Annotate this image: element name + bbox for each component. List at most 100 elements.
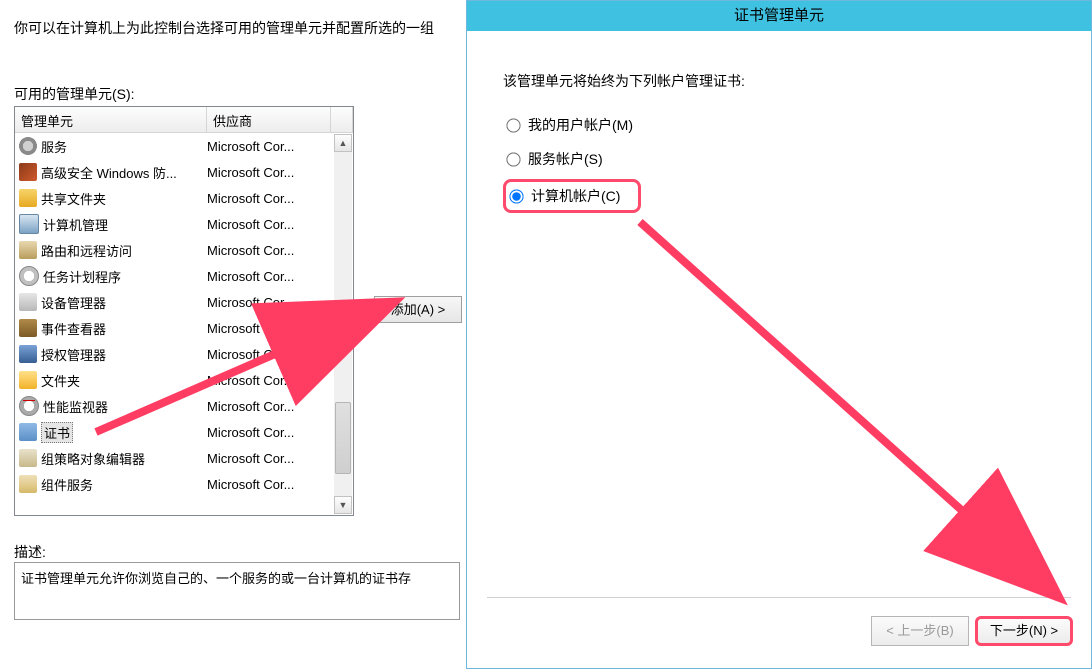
list-item-vendor: Microsoft Cor... xyxy=(207,373,331,388)
snapin-icon xyxy=(19,293,37,311)
column-name[interactable]: 管理单元 xyxy=(15,107,207,133)
snapin-icon xyxy=(19,345,37,363)
list-item[interactable]: 性能监视器 Microsoft Cor... xyxy=(15,393,353,419)
radio-service-input[interactable] xyxy=(506,152,520,166)
account-radio-group: 我的用户帐户(M) 服务帐户(S) 计算机帐户(C) xyxy=(503,111,641,213)
list-item[interactable]: 共享文件夹 Microsoft Cor... xyxy=(15,185,353,211)
snapin-icon xyxy=(19,163,37,181)
scroll-up-button[interactable]: ▲ xyxy=(334,134,352,152)
list-item-name-cell: 授权管理器 xyxy=(19,345,207,364)
list-item-name: 设备管理器 xyxy=(41,293,106,312)
column-scroll-gutter xyxy=(331,107,353,133)
radio-user-input[interactable] xyxy=(506,118,520,132)
snapin-icon xyxy=(19,241,37,259)
list-item-name: 共享文件夹 xyxy=(41,189,106,208)
add-snapins-dialog: 你可以在计算机上为此控制台选择可用的管理单元并配置所选的一组 可用的管理单元(S… xyxy=(0,0,468,669)
back-button[interactable]: < 上一步(B) xyxy=(871,616,969,646)
certificates-wizard-dialog: 证书管理单元 该管理单元将始终为下列帐户管理证书: 我的用户帐户(M) 服务帐户… xyxy=(466,0,1092,669)
available-snapins-label: 可用的管理单元(S): xyxy=(14,84,135,104)
list-item[interactable]: 组件服务 Microsoft Cor... xyxy=(15,471,353,497)
radio-computer-account[interactable]: 计算机帐户(C) xyxy=(503,179,641,213)
snapin-icon xyxy=(19,137,37,155)
list-item[interactable]: 事件查看器Microsoft Cor... xyxy=(15,315,353,341)
radio-service-account[interactable]: 服务帐户(S) xyxy=(503,145,641,173)
list-item-name: 性能监视器 xyxy=(43,397,108,416)
snapin-icon xyxy=(19,396,39,416)
list-item-name-cell: 高级安全 Windows 防... xyxy=(19,163,207,182)
list-item-vendor: Microsoft Cor... xyxy=(207,243,331,258)
list-item-name-cell: 服务 xyxy=(19,137,207,156)
list-item-vendor: Microsoft Cor... xyxy=(207,269,331,284)
list-item-vendor: Microsoft Cor... xyxy=(207,425,331,440)
list-item[interactable]: 任务计划程序 Microsoft Cor... xyxy=(15,263,353,289)
list-item[interactable]: 授权管理器 Microsoft Cor... xyxy=(15,341,353,367)
snapin-icon xyxy=(19,423,37,441)
available-snapins-list[interactable]: 管理单元 供应商 服务Microsoft Cor...高级安全 Windows … xyxy=(14,106,354,516)
list-scrollbar[interactable]: ▲ ▼ xyxy=(334,134,352,514)
list-item-name-cell: 计算机管理 xyxy=(19,214,207,234)
radio-user-label: 我的用户帐户(M) xyxy=(528,115,633,135)
list-item-name-cell: 证书 xyxy=(19,422,207,443)
list-item-name: 组件服务 xyxy=(41,475,93,494)
next-button[interactable]: 下一步(N) > xyxy=(975,616,1073,646)
list-item[interactable]: 服务 Microsoft Cor... xyxy=(15,133,353,159)
list-item[interactable]: 证书 Microsoft Cor... xyxy=(15,419,353,445)
list-item[interactable]: 路由和远程访问 Microsoft Cor... xyxy=(15,237,353,263)
scroll-down-button[interactable]: ▼ xyxy=(334,496,352,514)
wizard-buttons: < 上一步(B) 下一步(N) > xyxy=(871,616,1073,646)
list-item-name: 组策略对象编辑器 xyxy=(41,449,145,468)
scroll-track[interactable] xyxy=(334,152,352,496)
list-item-vendor: Microsoft Cor... xyxy=(207,295,331,310)
list-item-name-cell: 文件夹 xyxy=(19,371,207,390)
list-item[interactable]: 高级安全 Windows 防... Microsoft Cor... xyxy=(15,159,353,185)
list-item[interactable]: 设备管理器 Microsoft Cor... xyxy=(15,289,353,315)
description-label: 描述: xyxy=(14,542,46,562)
list-item-name-cell: 路由和远程访问 xyxy=(19,241,207,260)
add-button[interactable]: 添加(A) > xyxy=(374,296,462,323)
column-vendor[interactable]: 供应商 xyxy=(207,107,331,133)
description-box: 证书管理单元允许你浏览自己的、一个服务的或一台计算机的证书存 xyxy=(14,562,460,620)
list-item-vendor: Microsoft Cor... xyxy=(207,347,331,362)
list-item-vendor: Microsoft Cor... xyxy=(207,217,331,232)
list-item-name: 证书 xyxy=(41,422,73,443)
list-item-name: 服务 xyxy=(41,137,67,156)
snapin-icon xyxy=(19,449,37,467)
list-item-vendor: Microsoft Cor... xyxy=(207,139,331,154)
list-item-vendor: Microsoft Cor... xyxy=(207,451,331,466)
list-item[interactable]: 计算机管理 Microsoft Cor... xyxy=(15,211,353,237)
list-item-name-cell: 性能监视器 xyxy=(19,396,207,416)
list-item-name-cell: 设备管理器 xyxy=(19,293,207,312)
radio-service-label: 服务帐户(S) xyxy=(528,149,603,169)
list-header: 管理单元 供应商 xyxy=(15,107,353,133)
wizard-prompt: 该管理单元将始终为下列帐户管理证书: xyxy=(503,71,1055,91)
list-item-name-cell: 共享文件夹 xyxy=(19,189,207,208)
scroll-thumb[interactable] xyxy=(335,402,351,474)
wizard-separator xyxy=(487,597,1071,598)
list-item-name-cell: 组策略对象编辑器 xyxy=(19,449,207,468)
list-item[interactable]: 组策略对象编辑器 Microsoft Cor... xyxy=(15,445,353,471)
wizard-title: 证书管理单元 xyxy=(467,1,1091,31)
snapin-icon xyxy=(19,475,37,493)
list-item-vendor: Microsoft Cor... xyxy=(207,165,331,180)
list-item-name: 授权管理器 xyxy=(41,345,106,364)
snapin-icon xyxy=(19,189,37,207)
radio-computer-input[interactable] xyxy=(509,189,523,203)
list-item-name: 高级安全 Windows 防... xyxy=(41,163,177,182)
list-item-name-cell: 组件服务 xyxy=(19,475,207,494)
list-item-name-cell: 任务计划程序 xyxy=(19,266,207,286)
description-text: 证书管理单元允许你浏览自己的、一个服务的或一台计算机的证书存 xyxy=(21,571,411,586)
list-item-vendor: Microsoft Cor... xyxy=(207,399,331,414)
snapin-icon xyxy=(19,214,39,234)
list-item-name: 路由和远程访问 xyxy=(41,241,132,260)
list-item-name: 文件夹 xyxy=(41,371,80,390)
list-item-vendor: Microsoft Cor... xyxy=(207,191,331,206)
list-body: 服务 Microsoft Cor... 高级安全 Windows 防... Micro… xyxy=(15,133,353,515)
snapin-icon xyxy=(19,266,39,286)
list-item[interactable]: 文件夹 Microsoft Cor... xyxy=(15,367,353,393)
snapin-icon xyxy=(19,319,37,337)
list-item-name: 任务计划程序 xyxy=(43,267,121,286)
list-item-vendor: Microsoft Cor... xyxy=(207,477,331,492)
radio-user-account[interactable]: 我的用户帐户(M) xyxy=(503,111,641,139)
list-item-name: 事件查看器 xyxy=(41,319,106,338)
list-item-name: 计算机管理 xyxy=(43,215,108,234)
